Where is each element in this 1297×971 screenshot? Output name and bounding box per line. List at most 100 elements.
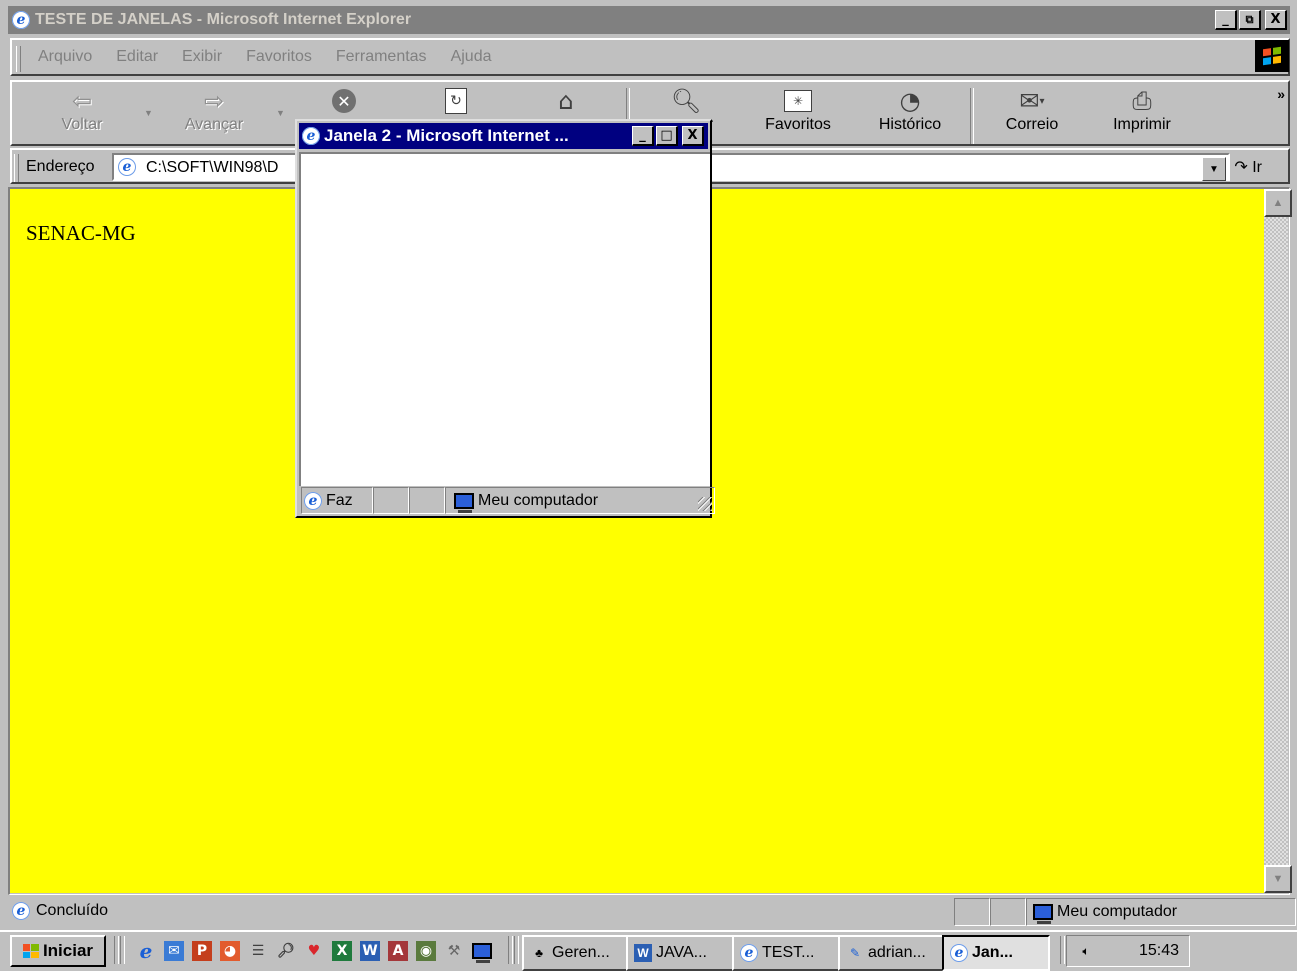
address-grip[interactable] (14, 154, 19, 182)
main-window-title: TESTE DE JANELAS - Microsoft Internet Ex… (35, 11, 412, 28)
task-label: Geren... (552, 944, 610, 961)
system-tray: 🔈︎ 15:43 (1066, 935, 1190, 967)
excel-icon[interactable]: X (332, 941, 352, 961)
menu-grip[interactable] (16, 46, 21, 72)
task-button-janela[interactable]: e Jan... (942, 935, 1050, 971)
page-icon: e (118, 158, 136, 176)
popup-close-button[interactable]: X (682, 126, 704, 146)
schedule-icon[interactable]: ◕ (220, 941, 240, 961)
favorites-label: Favoritos (765, 116, 831, 133)
address-label: Endereço (26, 158, 95, 175)
close-button[interactable]: X (1265, 10, 1287, 30)
favorites-button[interactable]: ✳ Favoritos (750, 86, 846, 146)
speaker-icon[interactable]: 🔈︎ (1077, 942, 1095, 960)
status-bar: e Concluído Meu computador (8, 896, 1296, 926)
task-button-gerenciador[interactable]: ♣ Geren... (522, 935, 632, 971)
popup-title: Janela 2 - Microsoft Internet ... (324, 126, 569, 145)
outlook-icon[interactable]: ✉ (164, 941, 184, 961)
status-text-cell: e Concluído (10, 898, 950, 924)
mail-button[interactable]: ✉ ▾ Correio (984, 86, 1080, 146)
clock[interactable]: 15:43 (1139, 942, 1179, 960)
popup-content (299, 152, 710, 486)
address-dropdown-button[interactable]: ▼ (1202, 157, 1226, 181)
popup-ie-icon: e (302, 127, 320, 145)
task-button-adrian[interactable]: ✎ adrian... (838, 935, 948, 971)
go-button[interactable]: ↷ Ir (1234, 157, 1262, 177)
popup-status-page-icon: e (304, 491, 322, 510)
powerpoint-icon[interactable]: P (192, 941, 212, 961)
ie-icon: e (740, 944, 758, 962)
balloon-icon[interactable]: ♥ (304, 941, 324, 961)
mail-label: Correio (1005, 116, 1059, 133)
history-button[interactable]: ◔ Histórico (862, 86, 958, 146)
print-icon: ⎙ (1132, 87, 1152, 115)
address-value: C:\SOFT\WIN98\D (146, 159, 279, 176)
popup-status-bar: e Faz Meu computador (299, 485, 715, 514)
popup-computer-icon (454, 492, 474, 513)
popup-maximize-button[interactable]: □ (656, 126, 678, 146)
vertical-scrollbar[interactable]: ▲ ▼ (1264, 189, 1292, 893)
menu-ajuda[interactable]: Ajuda (451, 48, 492, 66)
access-icon[interactable]: A (388, 941, 408, 961)
taskbar-separator (120, 936, 125, 964)
popup-minimize-button[interactable]: _ (632, 126, 654, 146)
windows-logo-icon (1255, 40, 1289, 72)
menu-ferramentas[interactable]: Ferramentas (336, 48, 427, 66)
back-label: Voltar (61, 116, 103, 133)
resize-grip[interactable] (698, 497, 712, 511)
menu-favoritos[interactable]: Favoritos (246, 48, 312, 66)
taskbar: Iniciar e ✉ P ◕ ☰ 🔎︎ ♥ X W A ◉ ⚒ ♣ Geren… (0, 930, 1297, 971)
status-zone-cell: Meu computador (1026, 898, 1296, 926)
popup-status-text: Faz (326, 491, 353, 509)
mail-icon: ✉ ▾ (1019, 87, 1045, 115)
toolbar-separator (970, 88, 974, 144)
menu-bar: Arquivo Editar Exibir Favoritos Ferramen… (10, 38, 1290, 76)
menu-editar[interactable]: Editar (116, 48, 158, 66)
back-button[interactable]: ⇦ Voltar (34, 86, 130, 146)
popup-status-cell (409, 487, 445, 514)
scroll-down-button[interactable]: ▼ (1264, 865, 1292, 893)
ie-icon[interactable]: e (136, 939, 156, 963)
forward-dropdown-icon[interactable]: ▼ (276, 108, 285, 118)
task-app-icon: ♣ (535, 946, 543, 960)
restore-button[interactable]: ⧉ (1239, 10, 1261, 30)
back-dropdown-icon[interactable]: ▼ (144, 108, 153, 118)
print-button[interactable]: ⎙ Imprimir (1094, 86, 1190, 146)
task-label: adrian... (868, 944, 926, 961)
menu-arquivo[interactable]: Arquivo (38, 48, 92, 66)
menu-exibir[interactable]: Exibir (182, 48, 222, 66)
status-cell-secure (990, 898, 1026, 926)
taskbar-separator (1060, 936, 1065, 964)
main-title-bar[interactable]: e TESTE DE JANELAS - Microsoft Internet … (8, 6, 1290, 34)
back-arrow-icon: ⇦ (71, 87, 93, 115)
start-label: Iniciar (42, 941, 94, 960)
history-icon: ◔ (899, 87, 921, 115)
word-icon[interactable]: W (360, 941, 380, 961)
computer-icon (1033, 904, 1053, 924)
notepad-icon[interactable]: ☰ (248, 941, 268, 961)
popup-zone: Meu computador (478, 491, 599, 509)
popup-window[interactable]: e Janela 2 - Microsoft Internet ... _ □ … (295, 119, 715, 518)
explorer-icon[interactable]: 🔎︎ (276, 941, 296, 961)
status-page-icon: e (12, 902, 30, 920)
task-label: Jan... (972, 944, 1013, 961)
forward-button[interactable]: ⇨ Avançar (166, 86, 262, 146)
image-icon[interactable]: ◉ (416, 941, 436, 961)
task-button-java[interactable]: W JAVA... (626, 935, 738, 971)
home-icon: ⌂ (558, 87, 574, 115)
popup-title-bar[interactable]: e Janela 2 - Microsoft Internet ... _ □ … (299, 123, 708, 149)
minimize-button[interactable]: _ (1215, 10, 1237, 30)
search-icon: 🔍︎ (670, 87, 702, 115)
start-button[interactable]: Iniciar (10, 935, 106, 967)
tool-icon[interactable]: ⚒ (444, 941, 464, 961)
toolbar-overflow-chevron[interactable]: » (1277, 86, 1285, 102)
task-button-teste[interactable]: e TEST... (732, 935, 844, 971)
print-label: Imprimir (1113, 116, 1171, 133)
taskbar-separator (508, 936, 513, 964)
monitor-icon[interactable] (472, 941, 492, 963)
ie-icon: e (12, 11, 30, 29)
scroll-up-button[interactable]: ▲ (1264, 189, 1292, 217)
forward-label: Avançar (184, 116, 244, 133)
history-label: Histórico (878, 116, 942, 133)
status-cell-progress (954, 898, 990, 926)
